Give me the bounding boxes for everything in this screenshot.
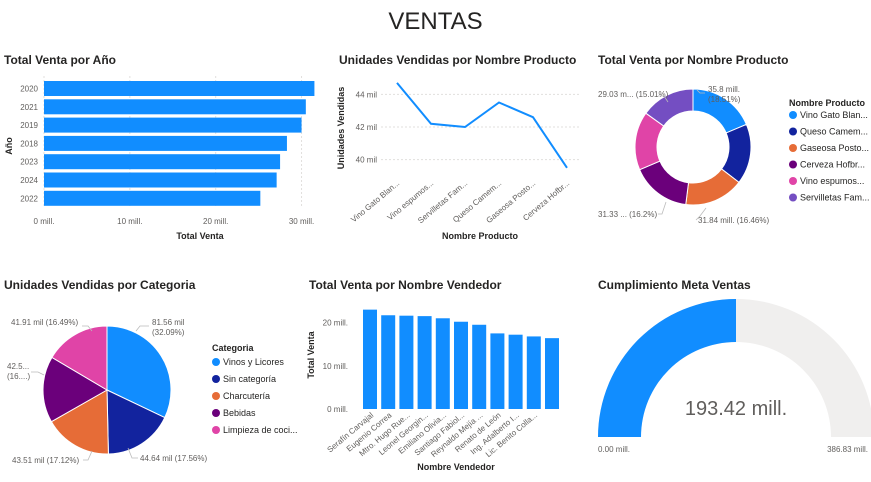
gauge-value-label: 193.42 mill.	[685, 398, 787, 420]
gauge-cumplimiento-meta: 193.42 mill. 0.00 mill. 386.83 mill.	[598, 299, 871, 454]
data-label: (16....)	[7, 372, 30, 381]
y-tick-label: 2018	[20, 139, 38, 148]
leader-line	[658, 201, 667, 215]
data-label: 42.5...	[7, 362, 29, 371]
legend-swatch	[212, 426, 220, 434]
y-tick-label: 20 mill.	[323, 319, 348, 328]
data-label: (32.09%)	[152, 328, 185, 337]
pie-chart-unidades-por-categoria: 81.56 mil(32.09%) 44.64 mil (17.56%) 43.51…	[7, 318, 298, 465]
bar	[44, 135, 287, 151]
bar-chart-venta-por-ano: 0 mill. 10 mill. 20 mill. 30 mill. 2020 2021 2…	[4, 76, 315, 241]
bar	[44, 81, 315, 96]
y-tick-label: 2021	[20, 103, 38, 112]
leader-line	[31, 371, 45, 376]
donut-chart-venta-por-producto: 35.8 mill.(18.51%) 31.84 mill. (16.46%) 31…	[598, 85, 870, 225]
legend-swatch	[212, 392, 220, 400]
data-label: 35.8 mill.	[708, 85, 740, 94]
y-tick-label: 2024	[20, 176, 38, 185]
bar	[472, 324, 487, 409]
data-label: 29.03 m... (15.01%)	[598, 90, 669, 99]
chart-title-venta-por-vendedor: Total Venta por Nombre Vendedor	[309, 278, 502, 292]
bar	[399, 315, 414, 409]
bar	[435, 318, 450, 409]
legend-label: Bebidas	[223, 408, 256, 418]
x-tick-label: 30 mill.	[289, 217, 314, 226]
series-line	[396, 82, 568, 169]
bar	[44, 99, 306, 115]
y-tick-label: 2022	[20, 194, 38, 203]
bar	[417, 316, 432, 409]
bar	[44, 190, 261, 206]
legend-swatch	[212, 358, 220, 366]
data-label: (18.51%)	[708, 95, 741, 104]
bar	[454, 321, 468, 409]
page-title: VENTAS	[388, 8, 483, 35]
data-label: 31.33 ... (16.2%)	[598, 210, 657, 219]
data-label: 41.91 mil (16.49%)	[11, 318, 78, 327]
legend-swatch	[789, 193, 797, 202]
legend-swatch	[789, 127, 797, 136]
line-chart-unidades-por-producto: 44 mil42 mil40 milVino Gato Blan...Vino …	[336, 82, 580, 241]
x-axis-label: Nombre Vendedor	[417, 462, 495, 472]
y-tick-label: 10 mill.	[323, 362, 348, 371]
legend-swatch	[212, 375, 220, 383]
chart-title-cumplimiento-meta: Cumplimiento Meta Ventas	[598, 278, 751, 292]
legend-label: Gaseosa Posto...	[800, 143, 869, 153]
y-tick-label: 2019	[20, 121, 38, 130]
x-tick-label: 20 mill.	[203, 217, 228, 226]
legend-swatch	[212, 409, 220, 417]
x-tick-label: 0 mill.	[34, 217, 55, 226]
gauge-min-label: 0.00 mill.	[598, 445, 630, 454]
legend-label: Cerveza Hofbr...	[800, 160, 865, 170]
legend-label: Vino Gato Blan...	[800, 110, 868, 120]
bar	[381, 315, 396, 409]
y-axis-label: Año	[4, 137, 14, 155]
y-tick-label: 2020	[20, 85, 38, 94]
chart-title-venta-por-ano: Total Venta por Año	[4, 53, 117, 67]
legend-label: Servilletas Fam...	[800, 193, 870, 203]
bar	[526, 336, 541, 409]
legend-label: Vinos y Licores	[223, 357, 284, 367]
y-tick-label: 44 mil	[356, 90, 378, 99]
donut-slice	[638, 160, 690, 206]
bar	[44, 117, 302, 133]
legend-title: Categoria	[212, 343, 255, 353]
y-tick-label: 40 mil	[356, 156, 378, 165]
legend-title: Nombre Producto	[789, 98, 866, 108]
bar-chart-venta-por-vendedor: 20 mill.10 mill.0 mill.Serafín CarvajalE…	[306, 309, 559, 472]
data-label: 31.84 mill. (16.46%)	[698, 216, 769, 225]
bar	[44, 154, 281, 170]
bar	[490, 333, 505, 409]
legend-swatch	[789, 177, 797, 185]
x-axis-label: Total Venta	[176, 231, 224, 241]
data-label: 43.51 mil (17.12%)	[12, 456, 79, 465]
legend-label: Limpieza de coci...	[223, 425, 298, 435]
bar	[508, 334, 523, 409]
legend-label: Sin categoría	[223, 374, 276, 384]
legend-label: Vino espumos...	[800, 176, 864, 186]
gauge-max-label: 386.83 mill.	[827, 445, 868, 454]
y-tick-label: 42 mil	[356, 123, 378, 132]
bar	[363, 309, 377, 409]
bar	[545, 338, 559, 409]
y-tick-label: 0 mill.	[327, 405, 348, 414]
x-axis-label: Nombre Producto	[442, 231, 519, 241]
y-tick-label: 2023	[20, 158, 38, 167]
legend-swatch	[789, 144, 797, 152]
data-label: 81.56 mil	[152, 318, 185, 327]
x-tick-label: 10 mill.	[117, 217, 142, 226]
bar	[44, 172, 277, 188]
chart-title-unidades-por-categoria: Unidades Vendidas por Categoria	[4, 278, 196, 292]
legend-label: Queso Camem...	[800, 127, 868, 137]
legend-swatch	[789, 160, 797, 169]
chart-title-venta-por-producto: Total Venta por Nombre Producto	[598, 53, 789, 67]
y-axis-label: Unidades Vendidas	[336, 87, 346, 170]
leader-line	[135, 325, 149, 332]
y-axis-label: Total Venta	[306, 330, 316, 378]
data-label: 44.64 mil (17.56%)	[140, 454, 207, 463]
legend-swatch	[789, 111, 797, 119]
chart-title-unidades-por-producto: Unidades Vendidas por Nombre Producto	[339, 53, 577, 67]
legend-label: Charcutería	[223, 391, 270, 401]
